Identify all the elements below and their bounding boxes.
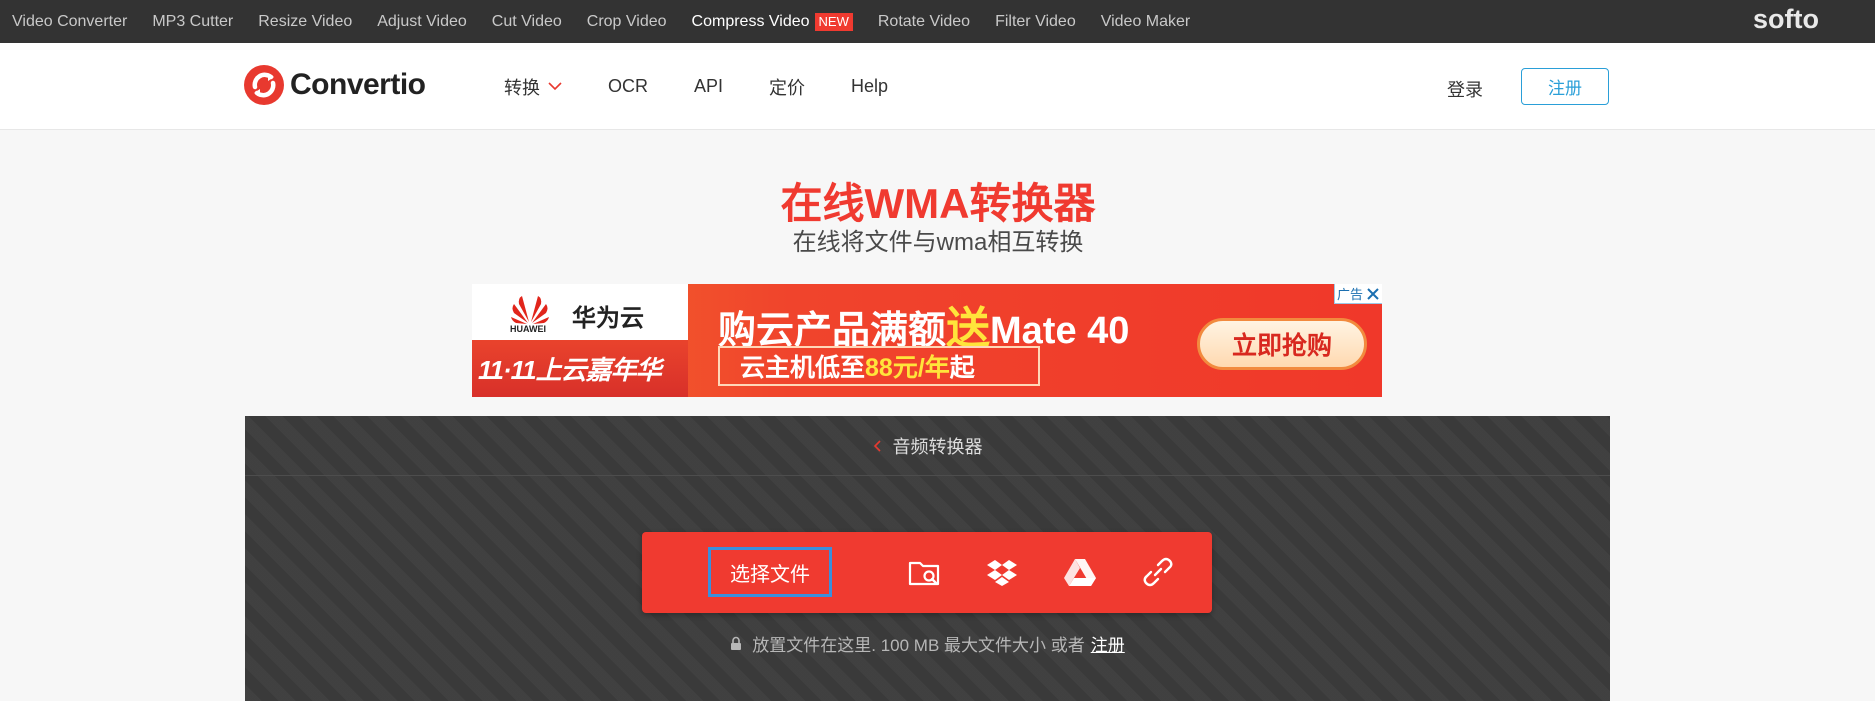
top-link-video-converter[interactable]: Video Converter — [12, 13, 127, 31]
hint-register-link[interactable]: 注册 — [1091, 631, 1125, 656]
top-link-filter-video[interactable]: Filter Video — [995, 13, 1076, 31]
login-link[interactable]: 登录 — [1447, 76, 1483, 102]
upload-bar: 选择文件 — [642, 532, 1212, 613]
ad-promo-text: 11·11上云嘉年华 — [478, 355, 662, 385]
logo-text: Convertio — [290, 68, 426, 101]
close-icon[interactable] — [1366, 287, 1380, 301]
ad-tag-label: 广告 — [1336, 287, 1363, 302]
nav-item-help[interactable]: Help — [851, 76, 888, 97]
top-link-adjust-video[interactable]: Adjust Video — [377, 13, 467, 31]
ad-subline: 云主机低至 88元/年起 — [718, 346, 1040, 386]
top-link-cut-video[interactable]: Cut Video — [492, 13, 562, 31]
page-subtitle: 在线将文件与wma相互转换 — [792, 229, 1084, 256]
dropbox-icon[interactable] — [985, 555, 1019, 589]
choose-files-button[interactable]: 选择文件 — [708, 547, 832, 597]
ad-sub-pre: 云主机低至 — [740, 354, 866, 382]
top-links: Video Converter MP3 Cutter Resize Video … — [12, 0, 1215, 43]
convertio-logo[interactable]: Convertio — [244, 65, 426, 105]
breadcrumb-label: 音频转换器 — [892, 436, 983, 457]
nav-item-api[interactable]: API — [694, 76, 723, 97]
top-link-crop-video[interactable]: Crop Video — [587, 13, 667, 31]
ad-banner[interactable]: HUAWEI 华为云 11·11上云嘉年华 购云产品满额送Mate 40 云主机… — [472, 284, 1382, 397]
chevron-left-icon — [873, 439, 881, 452]
ad-sub-highlight: 88元/年 — [865, 354, 950, 382]
top-link-resize-video[interactable]: Resize Video — [258, 13, 352, 31]
top-link-compress-video[interactable]: Compress Video NEW — [691, 12, 853, 31]
site-header: Convertio 转换 OCR API 定价 Help 登录 注册 — [0, 43, 1875, 130]
huawei-cloud-text: 华为云 — [572, 305, 644, 332]
huawei-text: HUAWEI — [510, 324, 546, 334]
drop-hint-text: 放置文件在这里. 100 MB 最大文件大小 或者 — [752, 636, 1085, 655]
new-badge: NEW — [814, 12, 853, 31]
convertio-logo-icon — [244, 65, 284, 105]
chevron-down-icon — [548, 82, 562, 91]
ad-promo-panel: 11·11上云嘉年华 — [472, 340, 688, 397]
ad-brand-panel: HUAWEI 华为云 — [472, 284, 688, 340]
lock-icon — [731, 636, 742, 650]
folder-search-icon[interactable] — [907, 555, 941, 589]
top-link-video-maker[interactable]: Video Maker — [1101, 13, 1191, 31]
link-icon[interactable] — [1141, 555, 1175, 589]
main-nav: 转换 OCR API 定价 Help — [504, 43, 934, 130]
drop-hint: 放置文件在这里. 100 MB 最大文件大小 或者 注册 — [245, 631, 1610, 656]
top-link-mp3-cutter[interactable]: MP3 Cutter — [152, 13, 233, 31]
nav-item-convert[interactable]: 转换 — [504, 74, 562, 100]
ad-cta-button[interactable]: 立即抢购 — [1197, 318, 1367, 370]
nav-convert-label: 转换 — [504, 77, 540, 98]
softo-logo[interactable]: softo — [1753, 4, 1819, 35]
top-bar: Video Converter MP3 Cutter Resize Video … — [0, 0, 1875, 43]
breadcrumb[interactable]: 音频转换器 — [245, 416, 1610, 476]
top-link-rotate-video[interactable]: Rotate Video — [878, 13, 970, 31]
google-drive-icon[interactable] — [1063, 555, 1097, 589]
nav-item-pricing[interactable]: 定价 — [769, 74, 805, 100]
converter-box: 音频转换器 选择文件 放置文件在这里. 100 MB 最大文件大小 或者 注册 — [245, 416, 1610, 701]
compress-video-label: Compress Video — [691, 12, 810, 30]
nav-item-ocr[interactable]: OCR — [608, 76, 648, 97]
register-button[interactable]: 注册 — [1521, 68, 1609, 105]
ad-sub-post: 起 — [949, 354, 975, 382]
ad-tag[interactable]: 广告 — [1333, 284, 1382, 304]
